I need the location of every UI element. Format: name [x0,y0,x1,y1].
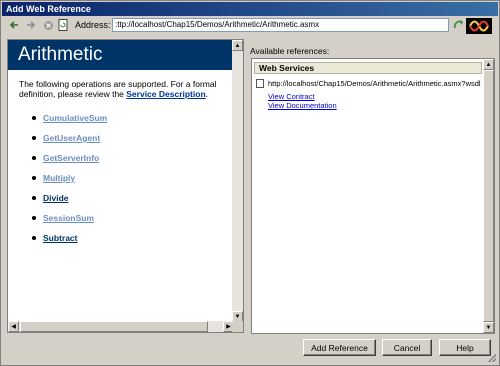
operation-item: CumulativeSum [32,108,234,128]
add-web-reference-dialog: Add Web Reference Address: :ttp://localh… [0,0,500,366]
web-service-url: http://localhost/Chap15/Demos/Arithmetic… [256,79,486,88]
go-arrow-icon[interactable] [452,18,466,32]
available-references-pane: Web Services http://localhost/Chap15/Dem… [251,58,495,334]
resize-grip-icon[interactable] [486,352,496,362]
service-description-link[interactable]: Service Description [126,89,205,99]
refresh-page-icon[interactable] [56,18,70,32]
horizontal-scrollbar[interactable]: ◀ ▶ [8,321,234,332]
bullet-icon [32,136,36,140]
scroll-corner [232,321,243,332]
wsdl-url-text: http://localhost/Chap15/Demos/Arithmetic… [268,79,481,88]
references-scroll-thumb[interactable] [483,70,494,322]
operation-link[interactable]: Subtract [43,233,77,243]
operation-link[interactable]: GetServerInfo [43,153,99,163]
operation-link[interactable]: Divide [43,193,69,203]
title-bar: Add Web Reference [2,2,498,16]
operation-link[interactable]: CumulativeSum [43,113,107,123]
cancel-button[interactable]: Cancel [382,339,432,356]
operation-link[interactable]: SessionSum [43,213,94,223]
service-page: Arithmetic The following operations are … [8,40,234,322]
back-arrow-icon[interactable] [7,18,21,32]
operation-link[interactable]: GetUserAgent [43,133,100,143]
bullet-icon [32,236,36,240]
operation-item: Subtract [32,228,234,248]
view-documentation-link[interactable]: View Documentation [268,101,486,110]
bullet-icon [32,196,36,200]
scroll-up-icon[interactable]: ▲ [483,59,494,70]
view-contract-link[interactable]: View Contract [268,92,486,101]
operation-item: Divide [32,188,234,208]
web-services-header: Web Services [254,62,482,74]
service-browser-pane: Arithmetic The following operations are … [7,39,244,333]
web-service-entry: http://localhost/Chap15/Demos/Arithmetic… [256,79,486,110]
wsdl-document-icon [256,79,264,88]
operation-item: Multiply [32,168,234,188]
window-title: Add Web Reference [6,4,91,14]
references-vertical-scrollbar[interactable]: ▲ ▼ [483,59,494,333]
bullet-icon [32,176,36,180]
operation-link[interactable]: Multiply [43,173,75,183]
operation-item: GetUserAgent [32,128,234,148]
intro-period: . [205,89,209,99]
add-reference-button[interactable]: Add Reference [303,339,376,356]
operation-item: GetServerInfo [32,148,234,168]
bullet-icon [32,216,36,220]
service-title: Arithmetic [8,40,234,70]
vertical-scrollbar[interactable]: ▲ ▼ [232,40,243,322]
forward-arrow-icon[interactable] [24,18,38,32]
scroll-left-icon[interactable]: ◀ [8,321,19,332]
bullet-icon [32,156,36,160]
browser-toolbar: Address: :ttp://localhost/Chap15/Demos/A… [3,17,499,34]
scroll-up-icon[interactable]: ▲ [232,40,243,51]
stop-icon[interactable] [41,18,55,32]
address-label: Address: [75,20,111,30]
scroll-down-icon[interactable]: ▼ [483,322,494,333]
available-references-label: Available references: [250,46,330,56]
service-intro: The following operations are supported. … [8,70,234,99]
help-button[interactable]: Help [439,339,491,356]
address-input[interactable]: :ttp://localhost/Chap15/Demos/Arithmetic… [112,18,449,32]
operation-item: SessionSum [32,208,234,228]
dotnet-logo-icon [466,18,492,34]
horizontal-scroll-thumb[interactable] [20,321,208,332]
bullet-icon [32,116,36,120]
address-value: :ttp://localhost/Chap15/Demos/Arithmetic… [115,20,320,29]
operations-list: CumulativeSum GetUserAgent GetServerInfo Mu… [8,108,234,248]
